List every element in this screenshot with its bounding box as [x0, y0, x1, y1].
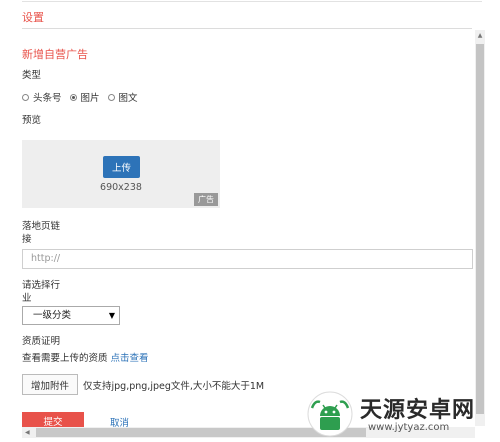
attachment-note: 仅支持jpg,png,jpeg文件,大小不能大于1M	[83, 381, 265, 392]
watermark-url: www.jytyaz.com	[368, 422, 450, 433]
radio-toutiao[interactable]: 头条号	[22, 90, 62, 104]
radio-image-text-label: 图文	[118, 93, 138, 104]
qualification-hint: 查看需要上传的资质	[22, 353, 108, 364]
radio-image[interactable]: 图片	[69, 90, 100, 104]
view-qualification-link[interactable]: 点击查看	[111, 353, 149, 364]
preview-label: 预览	[22, 115, 42, 126]
radio-image-text-dot[interactable]	[107, 93, 115, 101]
top-divider	[22, 1, 482, 2]
landing-page-label-line1: 落地页链	[22, 221, 61, 232]
landing-url-input[interactable]: http://	[22, 249, 473, 269]
page-title: 设置	[22, 11, 44, 24]
android-logo-icon	[307, 391, 353, 437]
preview-box: 上传 690x238 广告	[22, 140, 220, 208]
industry-label-line2: 业	[22, 293, 32, 304]
landing-page-label-line2: 接	[22, 234, 32, 245]
title-divider	[22, 28, 472, 29]
vertical-scrollbar[interactable]: ▲	[475, 30, 485, 426]
qualification-hint-row: 查看需要上传的资质 点击查看	[22, 352, 149, 365]
industry-select-value: 一级分类	[33, 310, 72, 321]
type-radio-group: 头条号 图片 图文	[22, 90, 146, 104]
radio-toutiao-dot[interactable]	[22, 93, 29, 101]
ad-tag-badge: 广告	[194, 193, 218, 206]
watermark-title: 天源安卓网	[360, 398, 476, 423]
radio-toutiao-label: 头条号	[33, 93, 62, 104]
radio-image-label: 图片	[80, 93, 100, 104]
scroll-left-arrow-icon[interactable]: ◀	[25, 428, 30, 437]
site-watermark: 天源安卓网 www.jytyaz.com	[306, 388, 500, 442]
add-attachment-button[interactable]: 增加附件	[22, 374, 78, 395]
dropdown-arrow-icon: ▼	[108, 311, 115, 320]
industry-select[interactable]: 一级分类 ▼	[22, 306, 120, 325]
vertical-scroll-thumb[interactable]	[476, 44, 484, 414]
type-label: 类型	[22, 70, 42, 81]
radio-image-dot[interactable]	[69, 93, 77, 101]
radio-image-text[interactable]: 图文	[107, 90, 138, 104]
upload-button[interactable]: 上传	[103, 156, 140, 178]
section-title: 新增自营广告	[22, 48, 88, 61]
image-size-hint: 690x238	[100, 182, 142, 193]
qualification-label: 资质证明	[22, 336, 61, 347]
industry-label-line1: 请选择行	[22, 280, 61, 291]
scroll-up-arrow-icon[interactable]: ▲	[475, 32, 485, 40]
